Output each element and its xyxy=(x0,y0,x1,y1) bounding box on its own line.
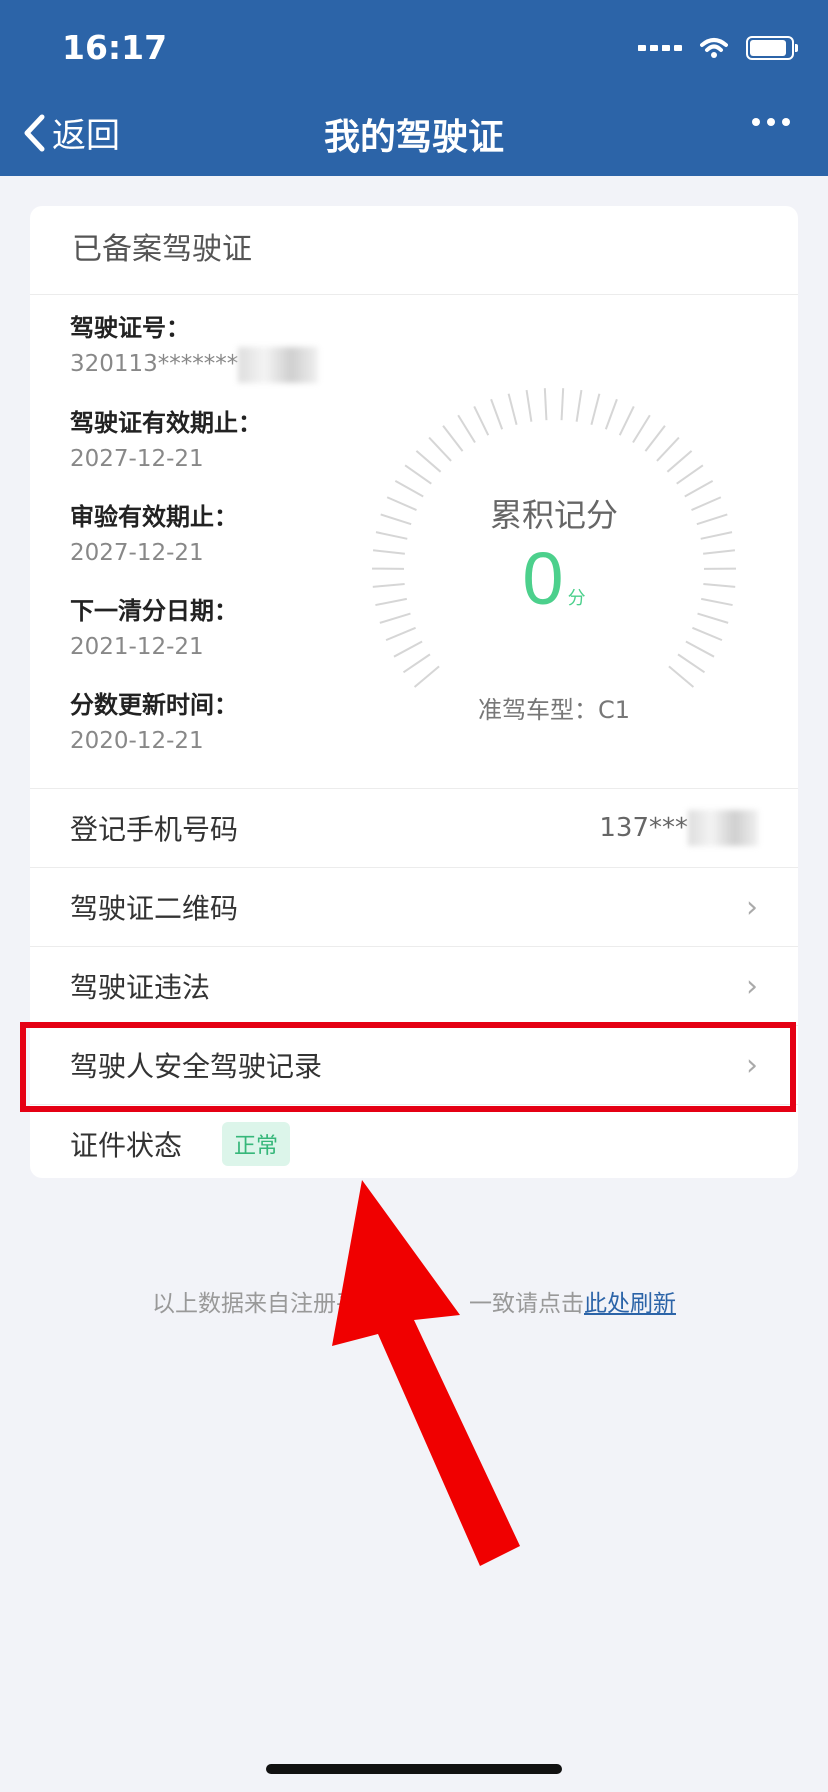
info-value: 2021-12-21 xyxy=(70,633,204,660)
gauge-tick xyxy=(575,389,583,422)
gauge-tick xyxy=(404,464,432,485)
phone-value: 137*** xyxy=(599,810,758,846)
info-value: 2027-12-21 xyxy=(70,445,204,472)
info-label: 下一清分日期： xyxy=(70,596,238,625)
gauge-tick xyxy=(428,436,452,462)
row-violation[interactable]: 驾驶证违法 › xyxy=(30,946,798,1025)
gauge-tick xyxy=(677,653,706,674)
gauge-tick xyxy=(604,398,618,430)
row-label: 驾驶人安全驾驶记录 xyxy=(70,1050,323,1083)
redacted-blur xyxy=(688,810,758,846)
more-button[interactable] xyxy=(752,118,790,126)
chevron-right-icon: › xyxy=(746,889,758,925)
score-value: 0 xyxy=(522,537,564,620)
gauge-tick xyxy=(666,450,693,473)
chevron-right-icon: › xyxy=(746,968,758,1004)
row-label: 登记手机号码 xyxy=(70,813,239,846)
chevron-left-icon xyxy=(24,114,45,151)
row-label: 证件状态 xyxy=(70,1129,183,1162)
row-label: 驾驶证二维码 xyxy=(70,892,239,925)
gauge-tick xyxy=(457,414,476,444)
score-label: 累积记分 xyxy=(489,496,618,534)
info-label: 驾驶证号： xyxy=(70,314,190,342)
gauge-tick xyxy=(543,388,548,421)
gauge-tick xyxy=(692,626,723,642)
gauge-tick xyxy=(385,626,416,642)
gauge-tick xyxy=(413,665,440,688)
gauge-tick xyxy=(644,425,666,452)
chevron-right-icon: › xyxy=(746,1047,758,1083)
info-label: 分数更新时间： xyxy=(70,690,238,719)
redacted-blur xyxy=(238,346,319,383)
row-label: 驾驶证违法 xyxy=(70,971,211,1004)
gauge-tick xyxy=(618,405,635,436)
info-value: 320113******* xyxy=(70,346,319,383)
card-title: 已备案驾驶证 xyxy=(30,206,798,295)
more-icon xyxy=(752,118,760,126)
gauge-tick xyxy=(415,450,442,473)
info-expiry: 驾驶证有效期止： 2027-12-21 xyxy=(70,405,318,477)
gauge-tick xyxy=(632,414,651,444)
license-card: 已备案驾驶证 驾驶证号： 320113******* 驾驶证有效期止： 2027… xyxy=(30,206,798,1178)
detail-list: 登记手机号码 137*** 驾驶证二维码 › 驾驶证违法 › 驾驶人安全驾驶记录… xyxy=(30,788,798,1178)
gauge-tick xyxy=(507,393,518,425)
gauge-tick xyxy=(656,436,680,462)
gauge-tick xyxy=(442,425,464,452)
gauge-tick xyxy=(490,398,504,430)
info-label: 审验有效期止： xyxy=(70,502,238,531)
back-label: 返回 xyxy=(52,116,120,156)
score-unit: 分 xyxy=(567,588,586,609)
info-value: 2027-12-21 xyxy=(70,539,204,566)
gauge-tick xyxy=(676,464,704,485)
row-phone: 登记手机号码 137*** xyxy=(30,788,798,867)
info-value: 2020-12-21 xyxy=(70,727,204,754)
battery-icon xyxy=(746,36,798,60)
score-display: 0分 xyxy=(358,536,750,621)
info-update-time: 分数更新时间： 2020-12-21 xyxy=(70,687,318,759)
status-badge: 正常 xyxy=(222,1122,291,1166)
row-qrcode[interactable]: 驾驶证二维码 › xyxy=(30,867,798,946)
arrow-annotation xyxy=(332,1180,520,1566)
gauge-tick xyxy=(402,653,431,674)
gauge-tick xyxy=(590,393,601,425)
status-icons xyxy=(638,36,798,60)
gauge-tick xyxy=(473,405,490,436)
gauge-tick xyxy=(685,640,715,658)
info-review-expiry: 审验有效期止： 2027-12-21 xyxy=(70,499,318,571)
gauge-tick xyxy=(393,640,423,658)
footer-text: 以上数据来自注册平 xyxy=(152,1291,359,1317)
info-license-number: 驾驶证号： 320113******* xyxy=(70,310,319,383)
home-indicator xyxy=(266,1764,562,1774)
page-title: 我的驾驶证 xyxy=(323,117,504,158)
row-status: 证件状态 正常 xyxy=(30,1104,798,1178)
info-next-clear-date: 下一清分日期： 2021-12-21 xyxy=(70,593,318,665)
wifi-icon xyxy=(700,38,728,58)
header-bar: 16:17 返回 我的驾驶证 xyxy=(0,0,828,176)
signal-icon xyxy=(638,45,682,51)
gauge-tick xyxy=(525,389,533,422)
refresh-link[interactable]: 此处刷新 xyxy=(584,1291,676,1317)
row-safety-record[interactable]: 驾驶人安全驾驶记录 › xyxy=(30,1025,798,1104)
gauge-tick xyxy=(668,665,695,688)
back-button[interactable]: 返回 xyxy=(22,108,120,157)
status-time: 16:17 xyxy=(62,28,168,67)
license-info: 驾驶证号： 320113******* 驾驶证有效期止： 2027-12-21 … xyxy=(70,310,319,781)
vehicle-type: 准驾车型：C1 xyxy=(477,696,631,724)
info-label: 驾驶证有效期止： xyxy=(70,408,262,437)
gauge-tick xyxy=(560,388,565,421)
